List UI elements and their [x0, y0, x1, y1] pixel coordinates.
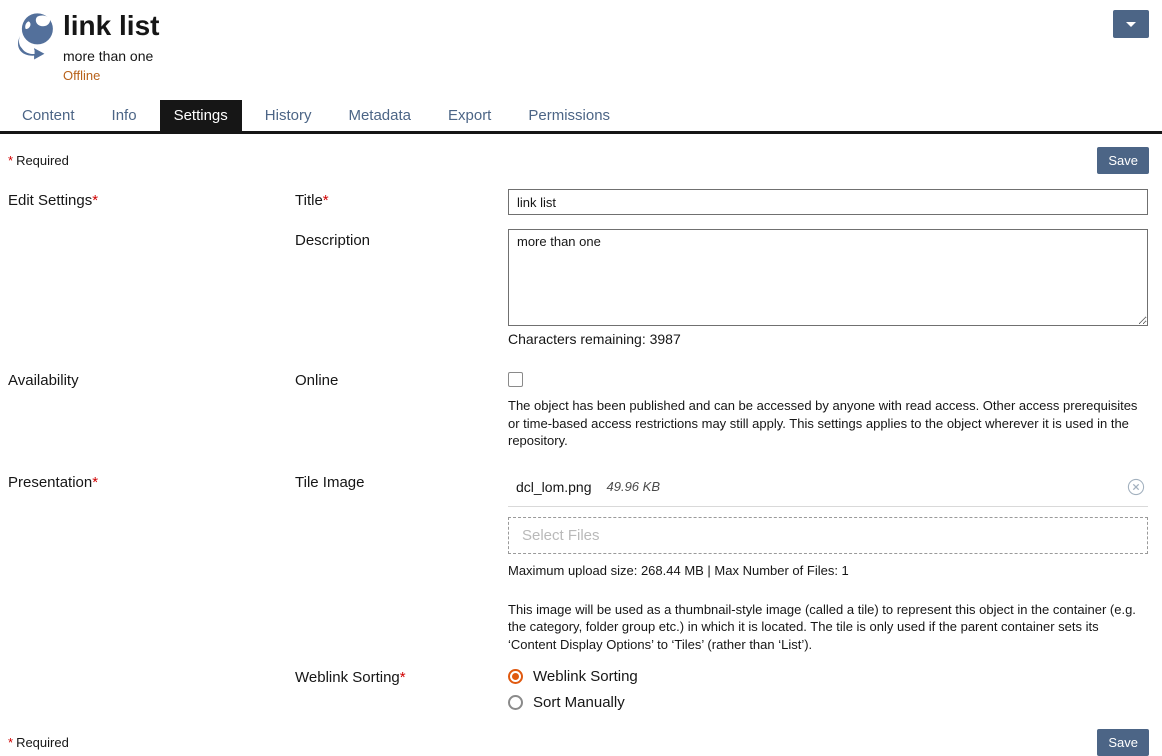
radio-label: Sort Manually	[533, 694, 625, 711]
file-size: 49.96 KB	[607, 479, 661, 494]
radio-sort-manually[interactable]: Sort Manually	[508, 694, 1148, 711]
required-note-top: *Required	[8, 153, 69, 168]
page-header: link list more than one Offline	[0, 0, 1162, 83]
chevron-down-icon	[1126, 22, 1136, 27]
save-button-bottom[interactable]: Save	[1097, 729, 1149, 756]
required-note-bottom: *Required	[8, 735, 69, 750]
required-asterisk: *	[92, 474, 98, 491]
circled-x-icon	[1127, 478, 1145, 496]
status-offline: Offline	[63, 68, 159, 83]
form-row-title: Edit Settings* Title*	[0, 189, 1162, 215]
radio-icon	[508, 669, 523, 684]
tab-info[interactable]: Info	[98, 100, 151, 131]
chars-remaining: Characters remaining: 3987	[508, 331, 1148, 347]
radio-icon	[508, 695, 523, 710]
title-input[interactable]	[508, 189, 1148, 215]
section-presentation: Presentation*	[8, 471, 295, 491]
tab-export[interactable]: Export	[434, 100, 505, 131]
page-title: link list	[63, 8, 159, 43]
section-availability: Availability	[8, 369, 295, 389]
required-asterisk: *	[8, 735, 13, 750]
select-files-button[interactable]: Select Files	[508, 517, 1148, 554]
label-description: Description	[295, 229, 508, 249]
tab-history[interactable]: History	[251, 100, 326, 131]
form-toolbar-bottom: *Required Save	[0, 729, 1162, 756]
radio-label: Weblink Sorting	[533, 668, 638, 685]
uploaded-file-row: dcl_lom.png 49.96 KB	[508, 471, 1148, 506]
label-weblink-sorting: Weblink Sorting*	[295, 666, 508, 686]
radio-weblink-sorting[interactable]: Weblink Sorting	[508, 668, 1148, 685]
tab-bar: Content Info Settings History Metadata E…	[0, 100, 1162, 134]
required-word: Required	[16, 735, 69, 750]
weblink-sorting-radio-group: Weblink Sorting Sort Manually	[508, 666, 1148, 711]
section-edit-settings: Edit Settings*	[8, 189, 295, 209]
label-online: Online	[295, 369, 508, 389]
form-row-weblink-sorting: Weblink Sorting* Weblink Sorting Sort Ma…	[0, 666, 1162, 711]
upload-limits: Maximum upload size: 268.44 MB | Max Num…	[508, 563, 1148, 578]
tab-permissions[interactable]: Permissions	[514, 100, 624, 131]
remove-file-button[interactable]	[1127, 478, 1145, 496]
tab-metadata[interactable]: Metadata	[334, 100, 425, 131]
page-description: more than one	[63, 48, 159, 64]
actions-dropdown-button[interactable]	[1113, 10, 1149, 38]
tab-content[interactable]: Content	[8, 100, 89, 131]
required-word: Required	[16, 153, 69, 168]
save-button-top[interactable]: Save	[1097, 147, 1149, 174]
form-row-presentation: Presentation* Tile Image dcl_lom.png 49.…	[0, 471, 1162, 654]
required-asterisk: *	[92, 192, 98, 209]
weblink-icon	[12, 10, 59, 60]
form-row-description: Description more than one Characters rem…	[0, 229, 1162, 347]
required-asterisk: *	[8, 153, 13, 168]
divider	[508, 506, 1148, 507]
online-help-text: The object has been published and can be…	[508, 397, 1148, 450]
online-checkbox[interactable]	[508, 372, 523, 387]
label-title: Title*	[295, 189, 508, 209]
tile-image-help-text: This image will be used as a thumbnail-s…	[508, 601, 1148, 654]
file-name: dcl_lom.png	[516, 479, 592, 495]
form-row-availability: Availability Online The object has been …	[0, 369, 1162, 450]
required-asterisk: *	[323, 192, 329, 209]
required-asterisk: *	[400, 669, 406, 686]
form-toolbar-top: *Required Save	[0, 147, 1162, 174]
label-tile-image: Tile Image	[295, 471, 508, 491]
description-textarea[interactable]: more than one	[508, 229, 1148, 326]
tab-settings[interactable]: Settings	[160, 100, 242, 131]
